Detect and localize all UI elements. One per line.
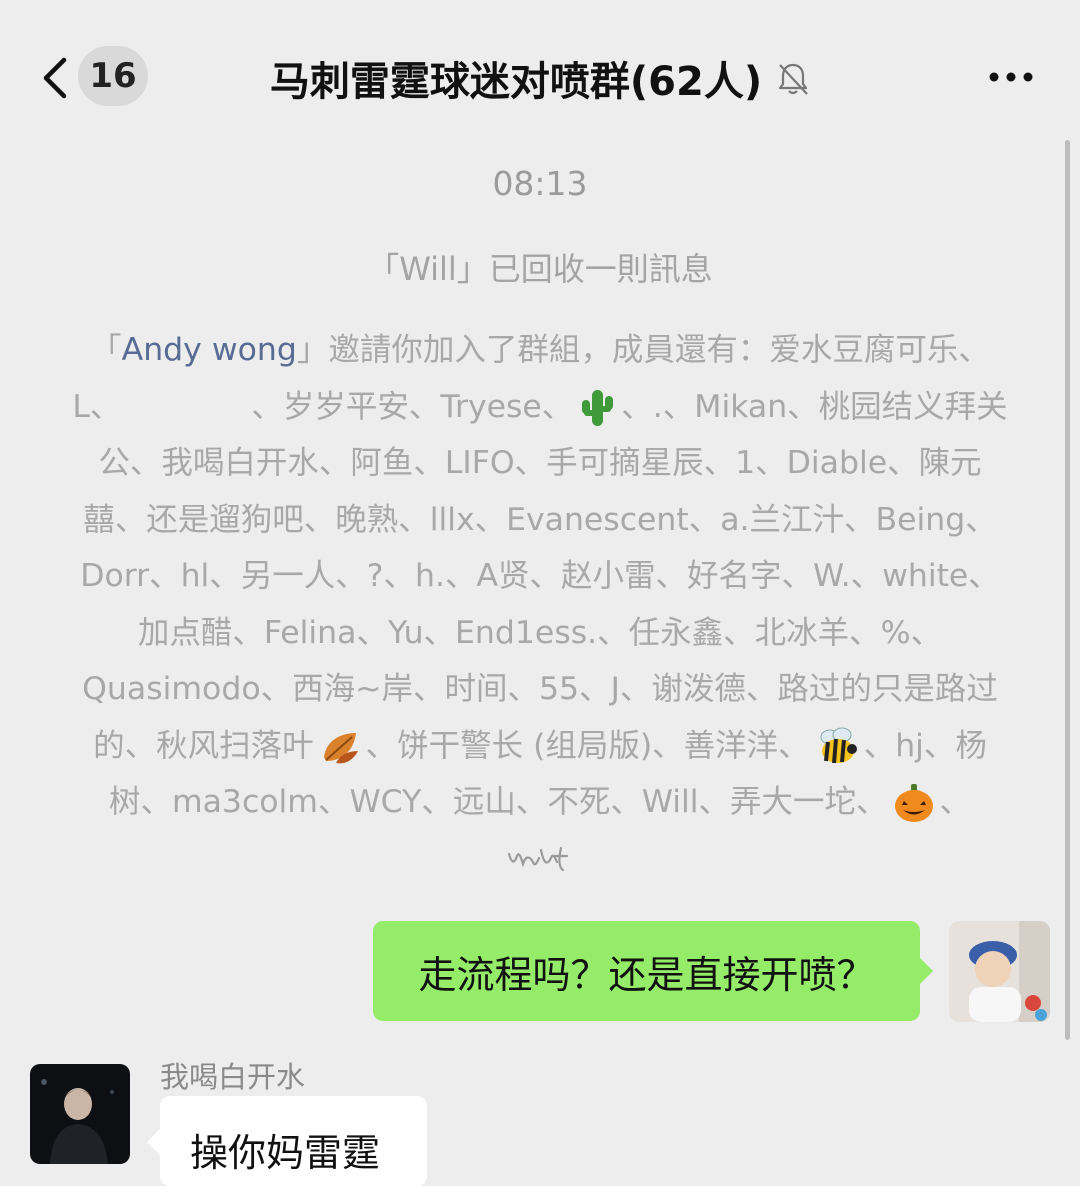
my-avatar[interactable] [949, 921, 1050, 1022]
message-timestamp: 08:13 [492, 164, 588, 203]
invite-text-2: 、岁岁平安、Tryese、 [251, 388, 574, 425]
invite-text-6: 、 [939, 784, 972, 820]
incoming-message-text: 操你妈雷霆 [190, 1131, 381, 1175]
fallen-leaf-emoji [323, 732, 358, 763]
bee-emoji [820, 727, 857, 763]
chat-title-row[interactable]: 马刺雷霆球迷对喷群(62人) [160, 48, 920, 108]
cactus-emoji [582, 389, 614, 426]
chat-header: 16 马刺雷霆球迷对喷群(62人) [0, 0, 1080, 150]
incoming-message-bubble[interactable]: 操你妈雷霆 [147, 1096, 427, 1186]
invite-open-quote: 「 [90, 332, 122, 368]
back-icon[interactable] [36, 54, 80, 102]
outgoing-message-text: 走流程吗？还是直接开喷？ [418, 952, 875, 997]
more-options-icon[interactable] [988, 62, 1034, 92]
invite-text-4: 、饼干警长 (组局版)、善洋洋、 [365, 727, 810, 764]
sender-avatar[interactable] [30, 1064, 130, 1164]
unread-count-badge[interactable]: 16 [78, 46, 148, 106]
invite-text-3: 、.、Mikan、桃园结义拜关公、我喝白开水、阿鱼、LIFO、手可摘星辰、1、D… [80, 388, 1008, 764]
outgoing-message-bubble[interactable]: 走流程吗？还是直接开喷？ [373, 921, 933, 1021]
inviter-link[interactable]: Andy wong [122, 332, 297, 368]
group-invite-notice: 「Andy wong」邀請你加入了群組，成員還有：爱水豆腐可乐、L、 、岁岁平安、… [70, 322, 1010, 887]
chat-title: 马刺雷霆球迷对喷群(62人) [269, 59, 763, 105]
bell-muted-icon [779, 63, 808, 95]
handwritten-member-name [507, 846, 569, 871]
sender-name: 我喝白开水 [160, 1060, 306, 1094]
pumpkin-emoji [894, 784, 933, 822]
recall-notice: 「Will」已回收一則訊息 [367, 250, 713, 288]
